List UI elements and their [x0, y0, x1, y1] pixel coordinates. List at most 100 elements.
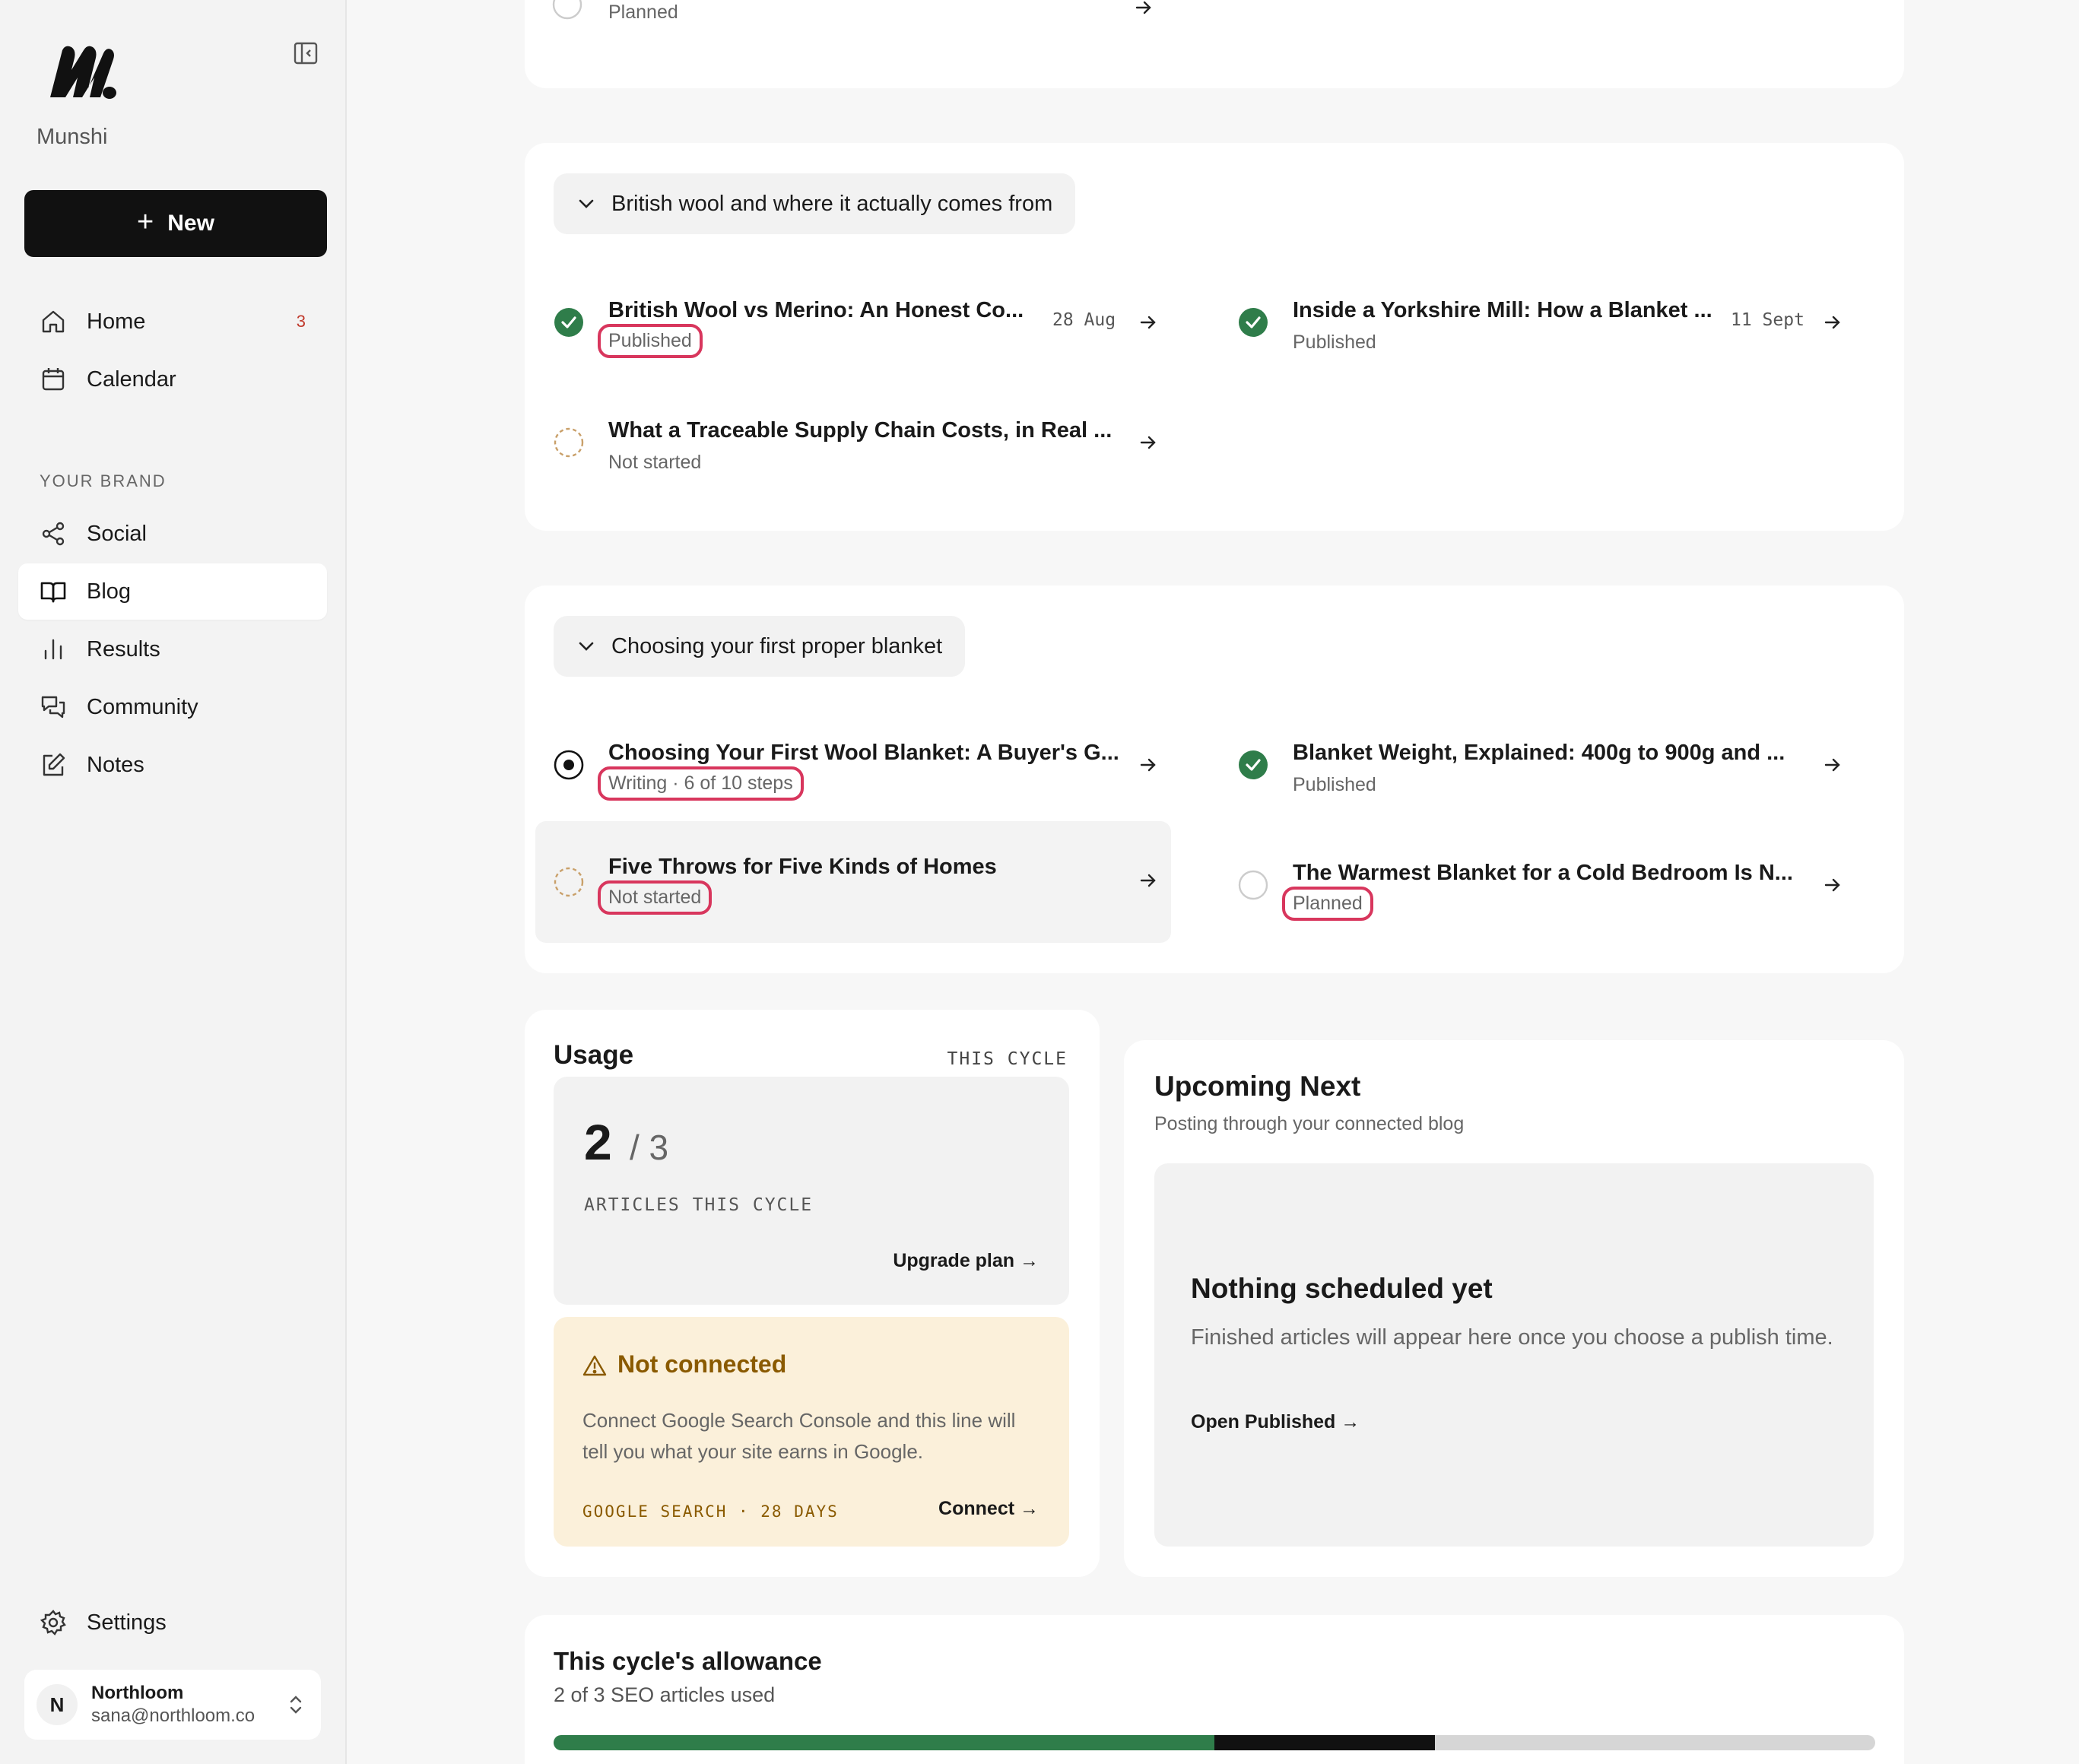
in-progress-radio-icon [554, 750, 584, 780]
sidebar-item-social[interactable]: Social [18, 506, 327, 562]
item-title: Five Throws for Five Kinds of Homes [608, 855, 997, 879]
planned-circle-icon [1238, 870, 1268, 900]
group-title: Choosing your first proper blanket [611, 633, 943, 658]
account-email: sana@northloom.co [91, 1705, 256, 1726]
sidebar-item-calendar[interactable]: Calendar [18, 351, 327, 408]
item-status: Planned [1282, 887, 1373, 921]
arrow-right-icon[interactable] [1822, 874, 1843, 896]
sidebar-item-label: Calendar [87, 366, 176, 392]
home-icon [42, 310, 65, 333]
item-status: Writing · 6 of 10 steps [598, 766, 804, 801]
chevron-down-icon [579, 642, 594, 651]
not-connected-title: Not connected [617, 1350, 787, 1378]
arrow-right-icon[interactable] [1138, 754, 1159, 776]
arrow-right-icon[interactable] [1822, 754, 1843, 776]
sidebar-item-label: Results [87, 636, 160, 662]
list-item[interactable]: British Wool vs Merino: An Honest Co... … [535, 265, 1171, 379]
arrow-right-icon[interactable] [1133, 0, 1154, 18]
not-connected-panel: Not connected Connect Google Search Cons… [554, 1317, 1069, 1547]
arrow-right-icon[interactable] [1138, 312, 1159, 333]
avatar: N [37, 1684, 78, 1725]
allowance-card: This cycle's allowance 2 of 3 SEO articl… [525, 1615, 1904, 1764]
not-started-circle-icon [554, 867, 584, 897]
book-icon [40, 582, 66, 603]
usage-cycle-label: THIS CYCLE [947, 1049, 1068, 1069]
empty-state-title: Nothing scheduled yet [1191, 1273, 1493, 1304]
new-button[interactable]: + New [24, 190, 327, 257]
allowance-bar-published [554, 1735, 1214, 1750]
list-item[interactable]: The Warmest Blanket for a Cold Bedroom I… [1220, 827, 1855, 941]
empty-state-panel: Nothing scheduled yet Finished articles … [1154, 1163, 1874, 1547]
check-circle-icon [554, 308, 583, 337]
group-card-first-blanket: Choosing your first proper blanket Choos… [525, 585, 1904, 973]
warning-icon [582, 1355, 607, 1376]
item-status: Not started [597, 880, 713, 915]
plus-icon: + [137, 206, 154, 238]
upcoming-title: Upcoming Next [1154, 1071, 1361, 1102]
sidebar-item-blog[interactable]: Blog [18, 563, 327, 620]
munshi-logo[interactable] [46, 43, 119, 102]
list-item[interactable]: Five Throws for Five Kinds of Homes Not … [535, 821, 1171, 943]
share-icon [42, 522, 65, 546]
check-circle-icon [1239, 308, 1268, 337]
sidebar-item-notes[interactable]: Notes [18, 737, 327, 793]
gear-icon [40, 1610, 66, 1636]
sidebar-item-label: Notes [87, 752, 144, 777]
item-status: Not started [608, 452, 702, 473]
usage-card: Usage THIS CYCLE 2 / 3 ARTICLES THIS CYC… [525, 1010, 1100, 1577]
sidebar-item-home[interactable]: Home 3 [18, 293, 327, 350]
home-badge: 3 [296, 312, 306, 331]
sidebar-item-settings[interactable]: Settings [18, 1594, 327, 1651]
calendar-icon [42, 368, 65, 391]
sidebar-item-results[interactable]: Results [18, 621, 327, 677]
allowance-subtitle: 2 of 3 SEO articles used [554, 1683, 776, 1706]
not-started-circle-icon [554, 427, 584, 458]
usage-used-count: 2 [584, 1114, 612, 1170]
sidebar-item-community[interactable]: Community [18, 679, 327, 735]
arrow-right-icon[interactable] [1822, 312, 1843, 333]
chat-icon [41, 696, 65, 719]
arrow-right-icon[interactable] [1138, 870, 1159, 891]
usage-title: Usage [554, 1040, 634, 1070]
item-title: Blanket Weight, Explained: 400g to 900g … [1293, 741, 1785, 765]
bar-chart-icon [44, 639, 62, 660]
new-button-label: New [167, 211, 214, 236]
item-status: Published [1293, 332, 1376, 353]
brand-name: Munshi [37, 125, 108, 149]
not-connected-body: Connect Google Search Console and this l… [582, 1409, 1016, 1463]
list-item[interactable]: Blanket Weight, Explained: 400g to 900g … [1220, 707, 1855, 821]
usage-caption: ARTICLES THIS CYCLE [584, 1195, 814, 1215]
edit-note-icon [43, 753, 65, 776]
item-title: What a Traceable Supply Chain Costs, in … [608, 418, 1113, 443]
list-item[interactable]: What a Traceable Supply Chain Costs, in … [535, 385, 1171, 499]
list-item[interactable]: Choosing Your First Wool Blanket: A Buye… [535, 707, 1171, 821]
group-card-british-wool: British wool and where it actually comes… [525, 143, 1904, 531]
sidebar-item-label: Community [87, 694, 198, 719]
item-title: Inside a Yorkshire Mill: How a Blanket .… [1293, 298, 1712, 322]
account-name: Northloom [91, 1683, 184, 1703]
allowance-progress-bar [554, 1735, 1875, 1750]
chevron-down-icon [579, 199, 594, 208]
list-item[interactable]: Inside a Yorkshire Mill: How a Blanket .… [1220, 265, 1855, 379]
google-search-source-label: GOOGLE SEARCH · 28 DAYS [582, 1502, 839, 1521]
item-date: 11 Sept [1731, 310, 1804, 330]
upgrade-plan-link[interactable]: Upgrade plan → [893, 1250, 1039, 1272]
usage-total-count: / 3 [630, 1128, 669, 1167]
item-date: 28 Aug [1052, 310, 1116, 330]
open-published-link[interactable]: Open Published → [1191, 1411, 1360, 1433]
sidebar: Munshi + New Home 3 Calendar YOUR BRAND … [0, 0, 347, 1764]
group-header[interactable]: Choosing your first proper blanket [554, 616, 966, 677]
account-switcher[interactable]: N Northloom sana@northloom.co [24, 1670, 321, 1740]
arrow-right-icon[interactable] [1138, 432, 1159, 453]
item-title: The Warmest Blanket for a Cold Bedroom I… [1293, 861, 1793, 885]
usage-counter-panel: 2 / 3 ARTICLES THIS CYCLE Upgrade plan → [554, 1077, 1069, 1305]
chevron-up-down-icon [290, 1696, 302, 1714]
sidebar-item-label: Home [87, 309, 146, 334]
partial-group-card: Planned [525, 0, 1904, 88]
allowance-bar-in-progress [1214, 1735, 1435, 1750]
connect-link[interactable]: Connect → [938, 1498, 1039, 1520]
group-header[interactable]: British wool and where it actually comes… [554, 173, 1076, 234]
empty-state-body: Finished articles will appear here once … [1191, 1325, 1833, 1350]
sidebar-collapse-icon[interactable] [292, 40, 319, 67]
upcoming-next-card: Upcoming Next Posting through your conne… [1124, 1040, 1904, 1577]
